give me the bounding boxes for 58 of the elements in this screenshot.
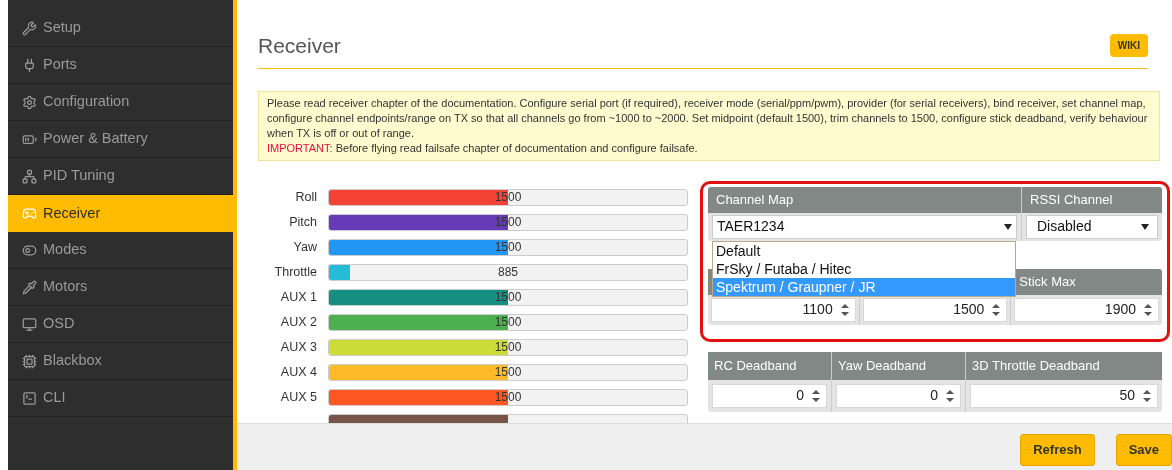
wiki-button[interactable]: WIKI [1109, 34, 1148, 58]
number-field[interactable]: 0 [712, 383, 827, 408]
channel-label: Throttle [273, 263, 317, 281]
network-icon [22, 168, 37, 184]
spinner-icon[interactable] [1143, 388, 1151, 403]
channel-label: AUX 5 [279, 388, 317, 406]
settings-icon [22, 94, 37, 110]
table-header: 3D Throttle Deadband [966, 351, 1162, 380]
page-title: Receiver [258, 33, 341, 59]
caret-icon [1004, 223, 1012, 230]
channel-label: Yaw [292, 238, 317, 256]
wrench-icon [22, 20, 37, 36]
spinner-icon[interactable] [1144, 302, 1152, 317]
pipette-icon [22, 279, 37, 295]
plug-icon [22, 57, 37, 73]
chip-icon [22, 353, 37, 369]
toggle-icon [22, 242, 37, 258]
channel-value: 1500 [493, 289, 523, 305]
gamepad-icon [22, 206, 37, 221]
number-field[interactable]: 1500 [862, 297, 1008, 322]
table-header: RC Deadband [708, 351, 831, 380]
channel-label: AUX 3 [279, 338, 317, 356]
table-header: RSSI Channel [1022, 186, 1162, 213]
warning-label: IMPORTANT: [267, 141, 333, 154]
sidebar-item[interactable]: Receiver [8, 195, 233, 232]
channel-label: Pitch [288, 213, 317, 231]
channel-map-select[interactable]: TAER1234 [712, 214, 1017, 239]
channel-value: 1500 [493, 364, 523, 380]
channel-label: AUX 1 [279, 288, 317, 306]
channel-value: 885 [497, 264, 519, 280]
monitor-icon [22, 316, 37, 332]
number-field[interactable]: 50 [970, 383, 1158, 408]
spinner-icon[interactable] [840, 302, 849, 317]
channel-value: 1500 [493, 189, 523, 205]
table-header: Channel Map [708, 186, 1021, 213]
save-button[interactable]: Save [1115, 434, 1172, 466]
channel-value: 1500 [493, 314, 523, 330]
number-field[interactable]: 0 [836, 383, 961, 408]
channel-value: 1500 [493, 214, 523, 230]
channel-label: AUX 4 [279, 363, 317, 381]
channel-value: 1500 [493, 389, 523, 405]
terminal-icon [22, 390, 37, 406]
rssi-select[interactable]: Disabled [1026, 214, 1158, 239]
channel-value: 1500 [493, 239, 523, 255]
note-text: Please read receiver chapter of the documentation. Configure serial port (if required), receiver mode (serial/ppm/pwm), provider (for serial receivers), bind receiver, set channel map, configure channel endpoints/range on TX so that all channels go from ~1000 to ~2000. Set midpoint (default 1500), trim channels to 1500, configure stick deadband, verify behaviour when TX is off or out of range. [267, 95, 1149, 141]
dropdown-option[interactable]: Default [713, 241, 1015, 260]
spinner-icon[interactable] [812, 388, 820, 403]
channel-label: Roll [294, 188, 317, 206]
channel-label: AUX 2 [279, 313, 317, 331]
number-field[interactable]: 1100 [711, 297, 856, 322]
spinner-icon[interactable] [992, 302, 1001, 317]
caret-icon [1141, 223, 1149, 230]
channel-value: 1500 [493, 339, 523, 355]
warning-text: Before flying read failsafe chapter of documentation and configure failsafe. [335, 141, 698, 154]
refresh-button[interactable]: Refresh [1020, 434, 1095, 466]
table-header: Yaw Deadband [832, 351, 965, 380]
number-field[interactable]: 1900 [1014, 297, 1159, 322]
spinner-icon[interactable] [946, 388, 954, 403]
